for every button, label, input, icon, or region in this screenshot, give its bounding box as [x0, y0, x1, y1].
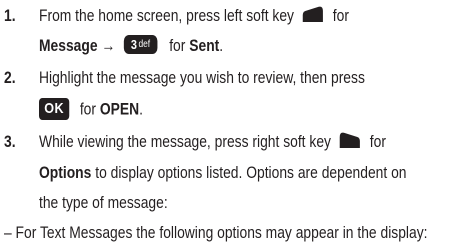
open-label: OPEN — [99, 100, 140, 119]
step-1-line-1: From the home screen, press left soft ke… — [39, 6, 349, 26]
step-2-period: . — [139, 100, 144, 119]
ok-key-label: OK — [44, 100, 64, 117]
ok-key-icon: OK — [39, 98, 70, 120]
step-3-number: 3. — [4, 133, 16, 151]
step-2-line-2: OK for OPEN. — [39, 98, 144, 121]
step-2-line-1: Highlight the message you wish to review… — [39, 69, 365, 87]
message-label: Message — [39, 37, 98, 55]
step-1-text: From the home screen, press left soft ke… — [39, 7, 294, 25]
sent-label: Sent — [189, 37, 220, 55]
step-1-for: for — [332, 7, 349, 25]
step-1-number: 1. — [4, 7, 16, 25]
key-3-digit: 3 — [130, 37, 137, 53]
options-label: Options — [39, 164, 92, 182]
left-soft-key-icon — [302, 6, 324, 23]
step-2-number: 2. — [4, 69, 16, 87]
step-3-line-3: the type of message: — [39, 194, 168, 212]
step-3-text: While viewing the message, press right s… — [39, 133, 331, 151]
step-1-line-2: Message → 3 def for Sent. — [39, 35, 224, 56]
step-1-period: . — [219, 37, 224, 55]
step-1-for-2: for — [169, 37, 186, 55]
step-3-line-2: Options to display options listed. Optio… — [39, 163, 407, 183]
step-3-line-1: While viewing the message, press right s… — [39, 132, 386, 152]
text-messages-note: – For Text Messages the following option… — [4, 224, 428, 242]
key-3-def-icon: 3 def — [124, 35, 158, 55]
arrow-label: → — [101, 37, 116, 55]
step-3-text-2: to display options listed. Options are d… — [95, 164, 407, 182]
key-3-letters: def — [138, 39, 151, 51]
manual-page: 1. From the home screen, press left soft… — [0, 0, 472, 250]
step-2-for: for — [79, 100, 97, 119]
step-3-for: for — [369, 133, 386, 151]
right-soft-key-icon — [339, 132, 361, 149]
